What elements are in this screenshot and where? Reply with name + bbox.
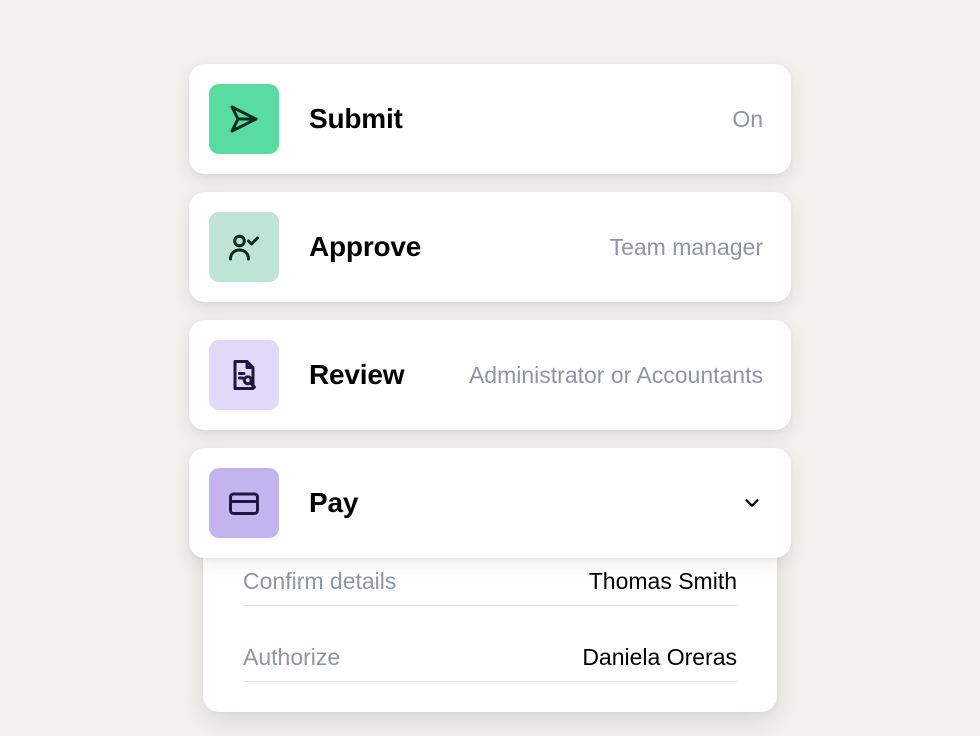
step-title: Approve <box>309 231 421 263</box>
step-submit-card[interactable]: Submit On <box>189 64 791 174</box>
step-title: Submit <box>309 103 403 135</box>
approve-icon <box>209 212 279 282</box>
chevron-down-icon <box>741 492 763 514</box>
submit-icon <box>209 84 279 154</box>
step-meta: Team manager <box>610 234 763 261</box>
step-review-card[interactable]: Review Administrator or Accountants <box>189 320 791 430</box>
step-approve-card[interactable]: Approve Team manager <box>189 192 791 302</box>
review-icon <box>209 340 279 410</box>
step-meta: Administrator or Accountants <box>469 362 763 389</box>
pay-detail-row[interactable]: Confirm details Thomas Smith <box>243 568 737 606</box>
step-title: Pay <box>309 487 358 519</box>
step-meta: On <box>732 106 763 133</box>
pay-detail-value: Thomas Smith <box>589 568 737 595</box>
step-pay-card[interactable]: Pay <box>189 448 791 558</box>
pay-details-panel: Confirm details Thomas Smith Authorize D… <box>203 536 777 712</box>
step-pay-group: Pay Confirm details Thomas Smith Authori… <box>189 448 791 712</box>
pay-detail-label: Authorize <box>243 644 340 671</box>
workflow-steps-list: Submit On Approve Team manager Revi <box>189 64 791 712</box>
pay-detail-value: Daniela Oreras <box>582 644 737 671</box>
pay-detail-label: Confirm details <box>243 568 396 595</box>
pay-detail-row[interactable]: Authorize Daniela Oreras <box>243 644 737 682</box>
pay-icon <box>209 468 279 538</box>
step-title: Review <box>309 359 404 391</box>
